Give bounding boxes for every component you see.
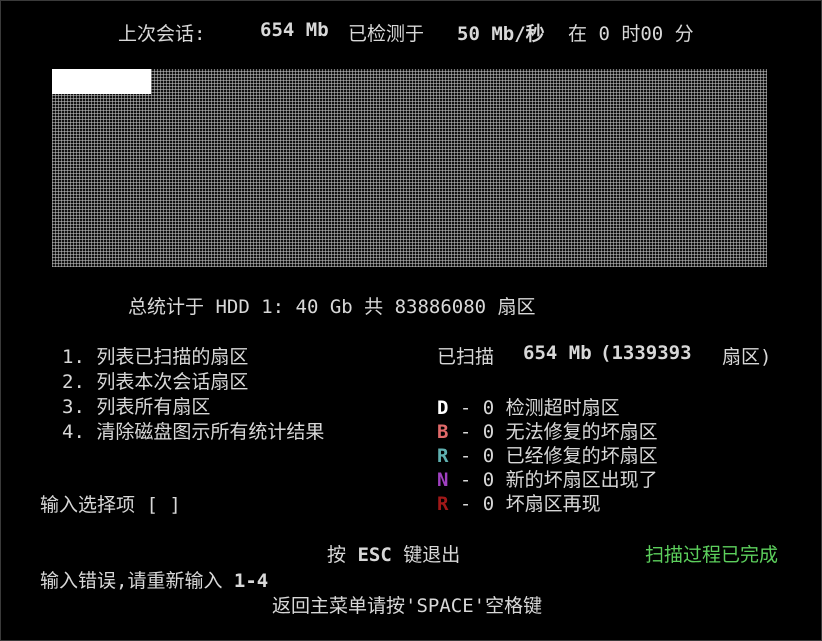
tested-at-label: 已检测于: [348, 23, 425, 45]
legend-new-bad: N - 0 新的坏扇区出现了: [437, 465, 658, 492]
last-session-label: 上次会话:: [118, 23, 206, 45]
esc-exit-hint: 按 ESC 键退出: [327, 540, 460, 567]
elapsed-time: 在 0 时00 分: [568, 23, 694, 45]
disk-summary: 总统计于 HDD 1: 40 Gb 共 83886080 扇区: [128, 296, 536, 318]
session-size: 654 Mb: [260, 19, 329, 41]
return-menu-hint: 返回主菜单请按'SPACE'空格键: [272, 595, 543, 617]
scan-complete-status: 扫描过程已完成: [645, 544, 779, 566]
selection-prompt[interactable]: 输入选择项 [ ]: [40, 490, 181, 517]
scanned-sectors: (1339393: [600, 342, 692, 364]
error-range: 1-4: [233, 570, 269, 592]
legend-unrepairable: B - 0 无法修复的坏扇区: [437, 417, 658, 444]
legend-reappeared: R - 0 坏扇区再现: [437, 489, 601, 516]
legend-timeout: D - 0 检测超时扇区: [437, 393, 620, 420]
dos-screen: 上次会话: 654 Mb 已检测于 50 Mb/秒 在 0 时00 分 总统计于…: [0, 0, 822, 641]
legend-text: - 0 新的坏扇区出现了: [459, 469, 658, 491]
legend-key-n: N: [437, 469, 449, 491]
legend-key-r2: R: [437, 493, 449, 515]
esc-key: ESC: [357, 544, 392, 566]
menu-item-list-session[interactable]: 2. 列表本次会话扇区: [62, 367, 248, 394]
legend-key-b: B: [437, 421, 449, 443]
menu-item-clear-stats[interactable]: 4. 清除磁盘图示所有统计结果: [62, 417, 324, 444]
legend-text: - 0 无法修复的坏扇区: [459, 421, 658, 443]
scan-speed: 50 Mb/秒: [457, 23, 545, 45]
sector-map: [52, 69, 767, 267]
scanned-size: 654 Mb: [523, 342, 592, 364]
legend-repaired: R - 0 已经修复的坏扇区: [437, 441, 658, 468]
esc-prefix: 按: [327, 544, 347, 566]
legend-key-r: R: [437, 445, 449, 467]
scanned-unit: 扇区): [722, 346, 772, 368]
legend-key-d: D: [437, 397, 449, 419]
error-text: 输入错误,请重新输入: [40, 570, 223, 592]
legend-text: - 0 坏扇区再现: [459, 493, 601, 515]
input-error-message: 输入错误,请重新输入 1-4: [40, 566, 268, 593]
legend-text: - 0 已经修复的坏扇区: [459, 445, 658, 467]
legend-text: - 0 检测超时扇区: [459, 397, 620, 419]
esc-suffix: 键退出: [403, 544, 461, 566]
menu-item-list-scanned[interactable]: 1. 列表已扫描的扇区: [62, 342, 248, 369]
menu-item-list-all[interactable]: 3. 列表所有扇区: [62, 392, 210, 419]
scanned-label: 已扫描: [437, 346, 495, 368]
scanned-sectors-block: [52, 69, 151, 94]
